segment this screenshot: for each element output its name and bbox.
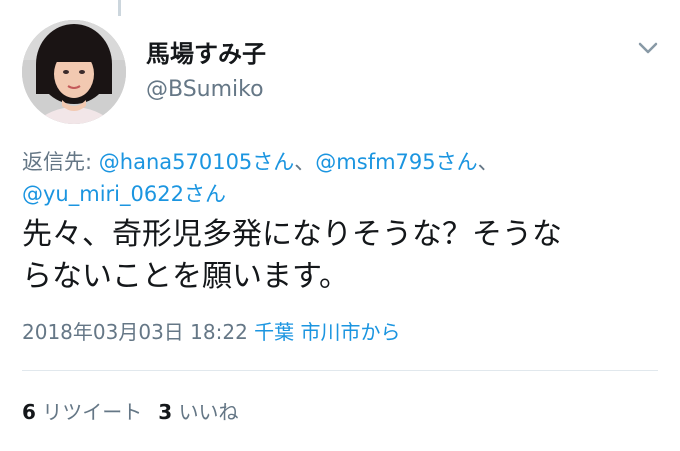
display-name[interactable]: 馬場すみ子 [146,40,266,68]
tweet-meta: 2018年03月03日 18:22 千葉 市川市から [22,318,401,346]
likes-stat[interactable]: 3 いいね [158,400,238,424]
avatar[interactable] [22,20,126,124]
mention-link[interactable]: @yu_miri_0622さん [22,182,226,206]
reply-to-line: 返信先: @hana570105さん、@msfm795さん、 @yu_miri_… [22,146,662,210]
reply-to-label: 返信先: [22,150,93,174]
retweets-label: リツイート [42,400,143,424]
user-handle[interactable]: @BSumiko [146,76,264,104]
location-link[interactable]: 千葉 市川市から [254,320,400,344]
retweets-count: 6 [22,400,36,424]
chevron-down-icon[interactable] [634,36,662,60]
mention-separator: 、 [477,150,499,174]
mention-separator: 、 [294,150,316,174]
divider [22,370,658,371]
thread-connector-line [118,0,121,16]
avatar-image [22,20,126,124]
engagement-stats: 6 リツイート 3 いいね [22,398,239,426]
retweets-stat[interactable]: 6 リツイート [22,400,142,424]
mention-link[interactable]: @msfm795さん [315,150,477,174]
mention-link[interactable]: @hana570105さん [99,150,295,174]
likes-count: 3 [158,400,173,424]
tweet-text: 先々、奇形児多発になりそうな？そうな らないことを願います。 [22,217,562,294]
likes-label: いいね [178,400,239,424]
timestamp[interactable]: 2018年03月03日 18:22 [22,320,248,344]
